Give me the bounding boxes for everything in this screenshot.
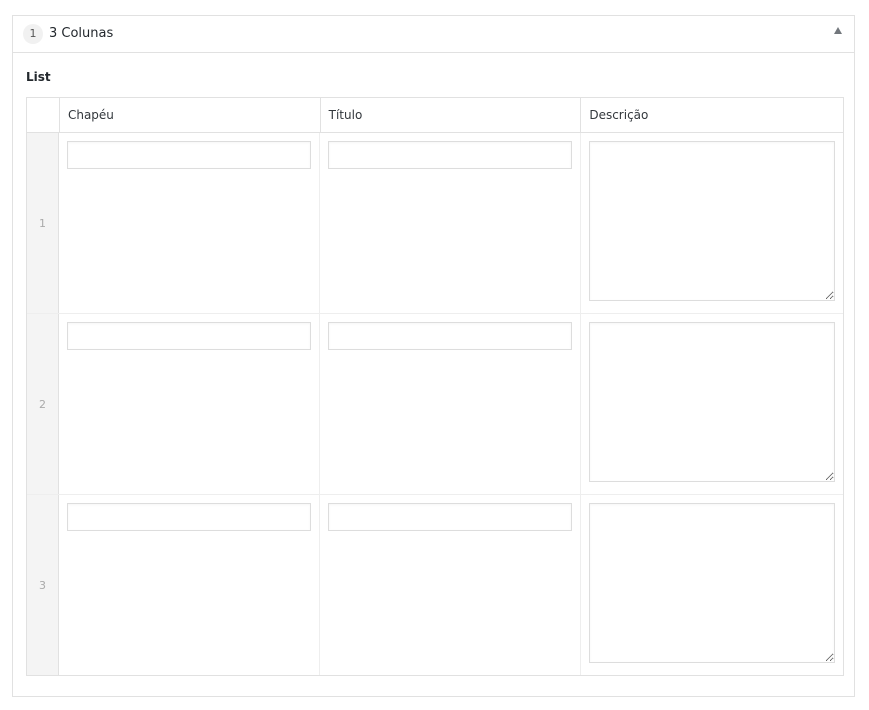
cell-titulo xyxy=(320,495,581,675)
layout-order-badge: 1 xyxy=(23,24,43,44)
chapeu-input[interactable] xyxy=(67,322,311,350)
repeater-row: 3 xyxy=(27,495,843,675)
titulo-input[interactable] xyxy=(328,141,572,169)
cell-descricao xyxy=(581,495,843,675)
layout-panel: 1 3 Colunas List Chapéu Título Descrição… xyxy=(12,15,855,697)
titulo-input[interactable] xyxy=(328,322,572,350)
repeater-row: 2 xyxy=(27,314,843,495)
cell-descricao xyxy=(581,314,843,494)
chapeu-input[interactable] xyxy=(67,141,311,169)
cell-chapeu xyxy=(59,133,320,313)
repeater-table: Chapéu Título Descrição 1 2 3 xyxy=(26,97,844,676)
column-header-descricao: Descrição xyxy=(589,108,649,122)
cell-titulo xyxy=(320,133,581,313)
repeater-header: Chapéu Título Descrição xyxy=(27,98,843,133)
row-handle[interactable]: 3 xyxy=(27,495,59,675)
cell-chapeu xyxy=(59,314,320,494)
repeater-row: 1 xyxy=(27,133,843,314)
column-header-titulo: Título xyxy=(321,98,582,132)
descricao-textarea[interactable] xyxy=(589,322,835,482)
row-handle[interactable]: 2 xyxy=(27,314,59,494)
layout-header[interactable]: 1 3 Colunas xyxy=(13,16,854,53)
column-header-chapeu: Chapéu xyxy=(60,98,321,132)
repeater-label: List xyxy=(26,70,51,84)
order-column-header xyxy=(27,98,60,132)
descricao-textarea[interactable] xyxy=(589,141,835,301)
collapse-arrow-up-icon[interactable] xyxy=(834,27,842,34)
cell-descricao xyxy=(581,133,843,313)
titulo-input[interactable] xyxy=(328,503,572,531)
row-handle[interactable]: 1 xyxy=(27,133,59,313)
cell-titulo xyxy=(320,314,581,494)
descricao-textarea[interactable] xyxy=(589,503,835,663)
layout-title: 3 Colunas xyxy=(49,26,114,41)
chapeu-input[interactable] xyxy=(67,503,311,531)
cell-chapeu xyxy=(59,495,320,675)
